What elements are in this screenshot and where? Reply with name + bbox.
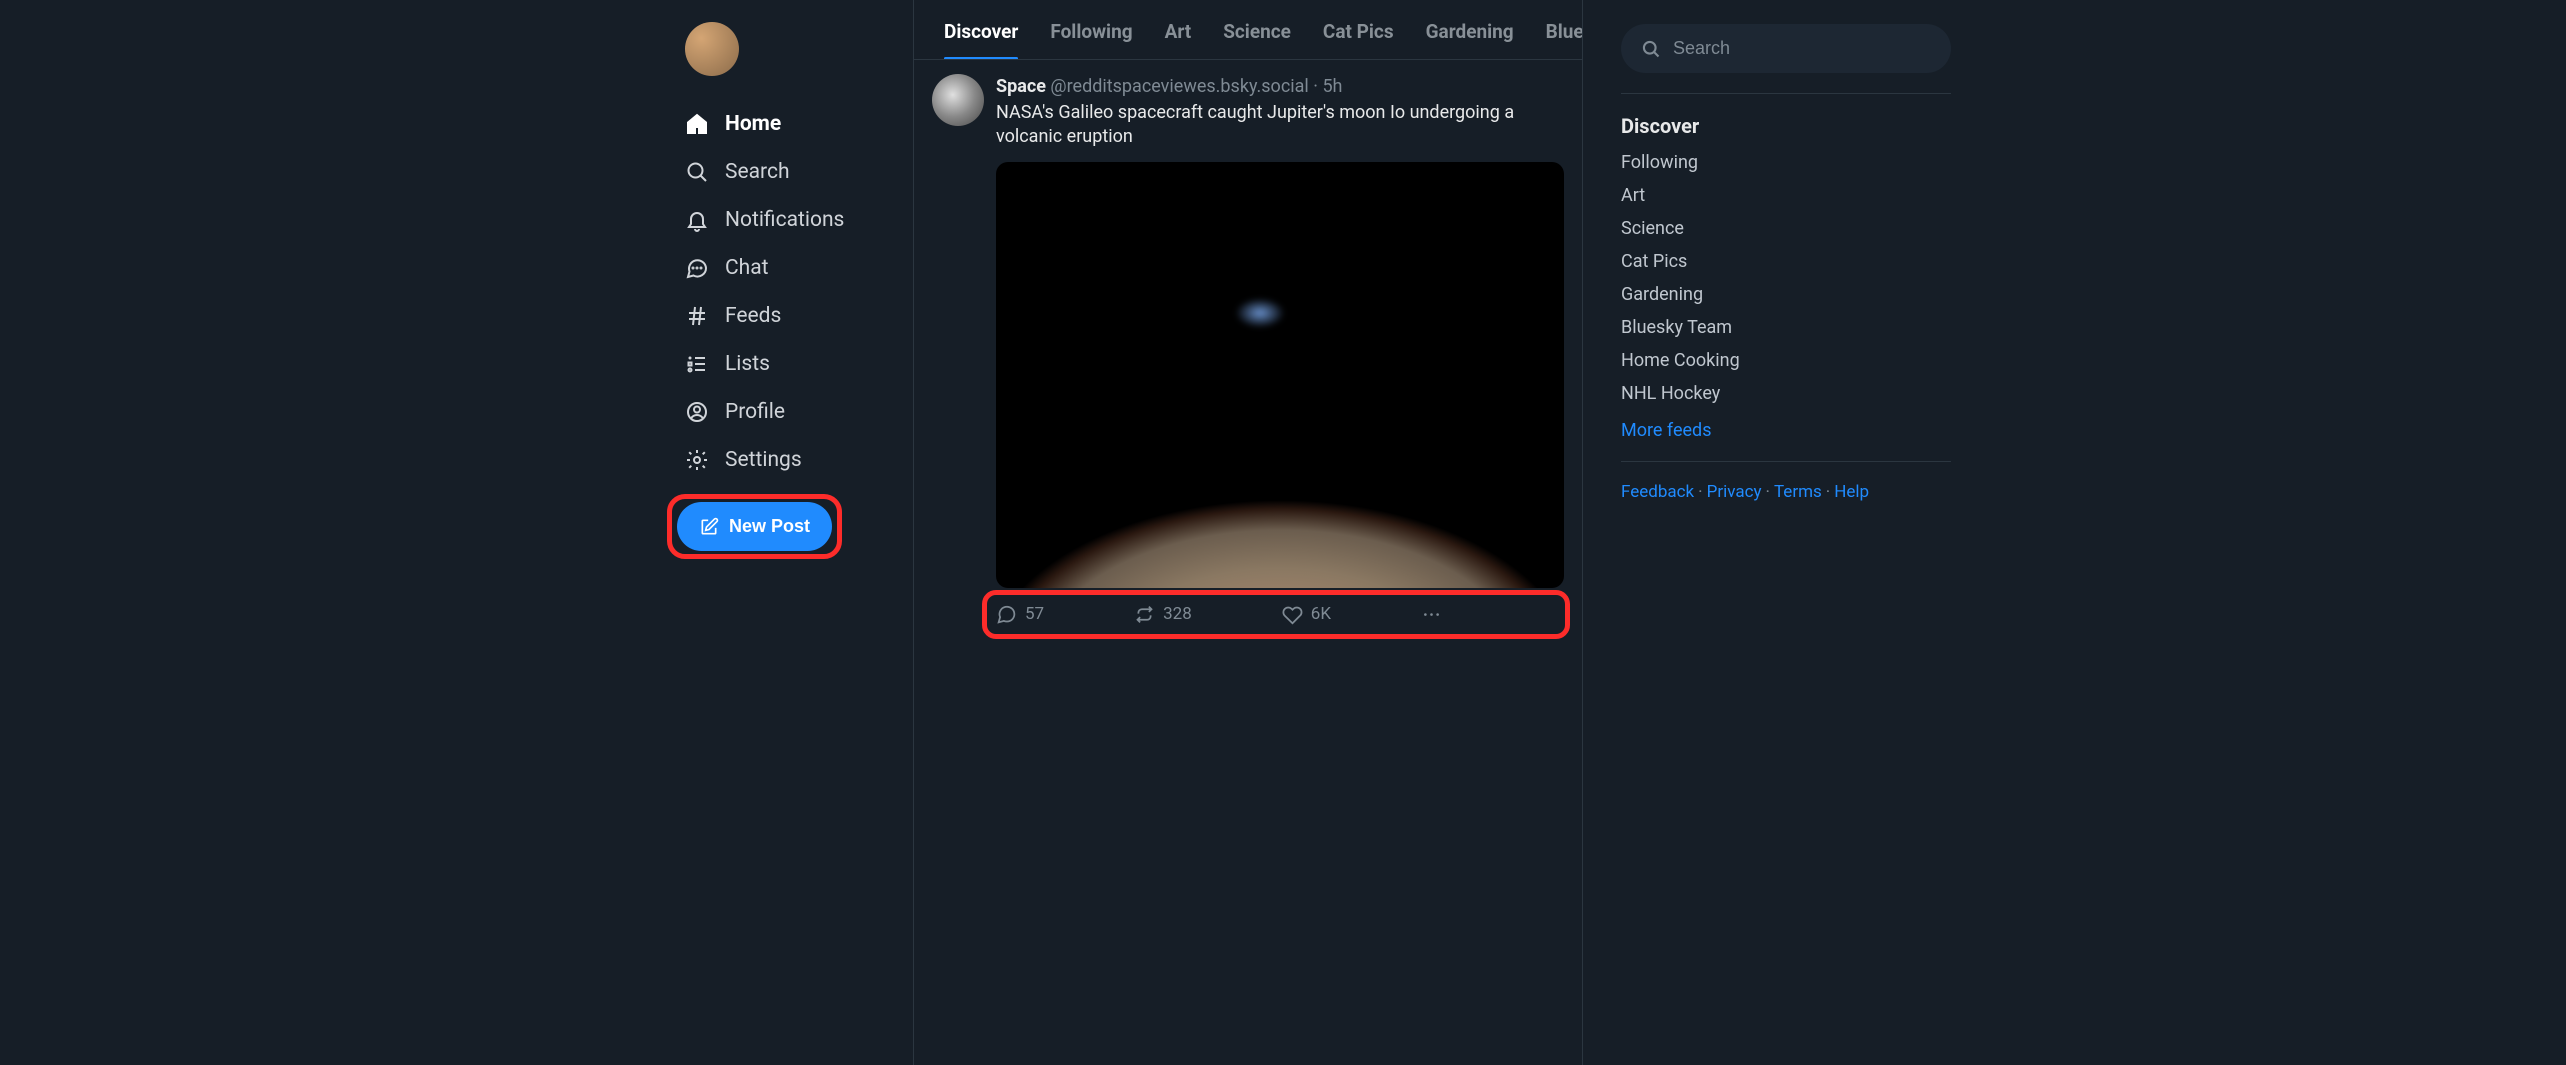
more-button[interactable]	[1421, 604, 1442, 625]
post-image[interactable]	[996, 162, 1564, 588]
feed-item-homecooking[interactable]: Home Cooking	[1621, 350, 1963, 371]
footer-privacy[interactable]: Privacy	[1707, 482, 1762, 502]
new-post-label: New Post	[729, 516, 810, 537]
post-author-handle[interactable]: @redditspaceviewes.bsky.social	[1050, 76, 1308, 97]
left-sidebar: Home Search Notifications Chat Feeds	[513, 0, 913, 1065]
nav-label: Profile	[725, 400, 785, 424]
nav-label: Home	[725, 112, 781, 136]
like-button[interactable]: 6K	[1282, 604, 1331, 625]
nav-home[interactable]: Home	[677, 100, 913, 148]
profile-icon	[685, 400, 709, 424]
search-box[interactable]	[1621, 24, 1951, 73]
feed-item-science[interactable]: Science	[1621, 218, 1963, 239]
chat-icon	[685, 256, 709, 280]
feed-item-art[interactable]: Art	[1621, 185, 1963, 206]
nav-label: Feeds	[725, 304, 781, 328]
search-input[interactable]	[1673, 38, 1931, 59]
main-feed: Discover Following Art Science Cat Pics …	[913, 0, 1583, 1065]
nav-search[interactable]: Search	[677, 148, 913, 196]
post[interactable]: Space @redditspaceviewes.bsky.social · 5…	[914, 60, 1582, 643]
like-count: 6K	[1311, 604, 1331, 624]
post-author-avatar[interactable]	[932, 74, 984, 126]
reply-button[interactable]: 57	[996, 604, 1044, 625]
feed-item-nhlhockey[interactable]: NHL Hockey	[1621, 383, 1963, 404]
divider	[1621, 93, 1951, 94]
post-body: NASA's Galileo spacecraft caught Jupiter…	[996, 101, 1564, 150]
feed-item-following[interactable]: Following	[1621, 152, 1963, 173]
home-icon	[685, 112, 709, 136]
post-author-name[interactable]: Space	[996, 76, 1046, 97]
nav-label: Settings	[725, 448, 802, 472]
footer-links: Feedback·Privacy·Terms·Help	[1621, 482, 1963, 502]
feed-item-gardening[interactable]: Gardening	[1621, 284, 1963, 305]
footer-feedback[interactable]: Feedback	[1621, 482, 1694, 502]
feed-item-catpics[interactable]: Cat Pics	[1621, 251, 1963, 272]
search-icon	[1641, 39, 1661, 59]
post-timestamp: 5h	[1322, 76, 1342, 97]
post-actions: 57 328 6K	[926, 596, 1570, 633]
right-sidebar: Discover Following Art Science Cat Pics …	[1583, 0, 1963, 1065]
reply-icon	[996, 604, 1017, 625]
avatar[interactable]	[685, 22, 739, 76]
more-feeds-link[interactable]: More feeds	[1621, 420, 1963, 441]
tab-discover[interactable]: Discover	[928, 0, 1034, 59]
feed-tabs: Discover Following Art Science Cat Pics …	[914, 0, 1582, 60]
tab-catpics[interactable]: Cat Pics	[1307, 0, 1410, 59]
tab-science[interactable]: Science	[1207, 0, 1307, 59]
nav-label: Chat	[725, 256, 769, 280]
nav-label: Search	[725, 160, 790, 184]
discover-heading: Discover	[1621, 114, 1963, 138]
footer-terms[interactable]: Terms	[1774, 482, 1822, 502]
lists-icon	[685, 352, 709, 376]
search-icon	[685, 160, 709, 184]
nav-feeds[interactable]: Feeds	[677, 292, 913, 340]
nav-settings[interactable]: Settings	[677, 436, 913, 484]
nav-lists[interactable]: Lists	[677, 340, 913, 388]
compose-icon	[699, 517, 719, 537]
feed-item-blueskyteam[interactable]: Bluesky Team	[1621, 317, 1963, 338]
new-post-button[interactable]: New Post	[677, 502, 832, 551]
tab-art[interactable]: Art	[1149, 0, 1208, 59]
tab-following[interactable]: Following	[1034, 0, 1148, 59]
hash-icon	[685, 304, 709, 328]
repost-icon	[1134, 604, 1155, 625]
more-icon	[1421, 604, 1442, 625]
nav-label: Lists	[725, 352, 770, 376]
bell-icon	[685, 208, 709, 232]
image-content	[1235, 298, 1285, 328]
reply-count: 57	[1025, 604, 1044, 624]
nav-chat[interactable]: Chat	[677, 244, 913, 292]
divider	[1621, 461, 1951, 462]
footer-help[interactable]: Help	[1834, 482, 1869, 502]
settings-icon	[685, 448, 709, 472]
nav-profile[interactable]: Profile	[677, 388, 913, 436]
nav-notifications[interactable]: Notifications	[677, 196, 913, 244]
tab-gardening[interactable]: Gardening	[1410, 0, 1530, 59]
feed-list: Following Art Science Cat Pics Gardening…	[1621, 152, 1963, 441]
repost-count: 328	[1163, 604, 1192, 624]
heart-icon	[1282, 604, 1303, 625]
repost-button[interactable]: 328	[1134, 604, 1192, 625]
nav-label: Notifications	[725, 208, 844, 232]
tab-bluesky[interactable]: Bluesk	[1530, 0, 1582, 59]
